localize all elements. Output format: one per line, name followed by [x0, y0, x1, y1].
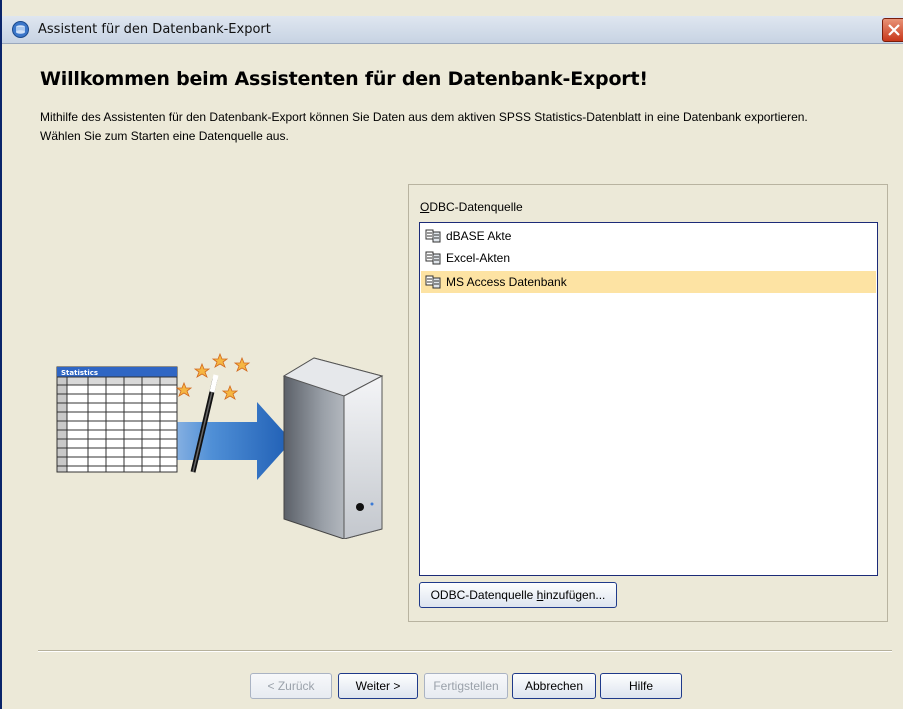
description-text: Mithilfe des Assistenten für den Datenba… [40, 108, 880, 146]
title-bar: Assistent für den Datenbank-Export [2, 16, 903, 44]
add-button-text-suffix: inzufügen... [543, 588, 606, 602]
close-icon [888, 24, 900, 36]
spreadsheet-icon: Statistics [56, 366, 178, 473]
statistics-label: Statistics [61, 369, 98, 377]
wizard-window: Assistent für den Datenbank-Export Willk… [0, 0, 903, 709]
database-icon [425, 275, 441, 289]
odbc-datasource-label: ODBC-Datenquelle [420, 200, 523, 214]
list-item-label: Excel-Akten [446, 251, 511, 265]
database-icon [425, 251, 441, 265]
export-illustration: Statistics [56, 352, 384, 539]
back-button[interactable]: < Zurück [250, 673, 332, 699]
database-icon [425, 229, 441, 243]
list-item-dbase[interactable]: dBASE Akte [421, 225, 876, 247]
help-button[interactable]: Hilfe [600, 673, 682, 699]
list-item-label: MS Access Datenbank [446, 275, 567, 289]
odbc-datasource-list[interactable]: dBASE Akte Excel-Akten MS Access Datenba… [419, 222, 878, 576]
list-item-label: dBASE Akte [446, 229, 512, 243]
list-item-ms-access[interactable]: MS Access Datenbank [421, 271, 876, 293]
add-odbc-datasource-button[interactable]: ODBC-Datenquelle hinzufügen... [419, 582, 617, 608]
list-item-excel[interactable]: Excel-Akten [421, 247, 876, 269]
finish-button[interactable]: Fertigstellen [424, 673, 508, 699]
odbc-label-text: DBC-Datenquelle [429, 200, 523, 214]
description-line-2: Wählen Sie zum Starten eine Datenquelle … [40, 129, 289, 143]
database-export-icon [12, 21, 29, 38]
footer-separator [38, 650, 892, 652]
window-title: Assistent für den Datenbank-Export [38, 22, 271, 37]
cancel-button[interactable]: Abbrechen [512, 673, 596, 699]
close-button[interactable] [882, 18, 903, 42]
server-icon [282, 357, 384, 539]
description-line-1: Mithilfe des Assistenten für den Datenba… [40, 110, 808, 124]
page-title: Willkommen beim Assistenten für den Date… [40, 68, 648, 90]
next-button[interactable]: Weiter > [338, 673, 418, 699]
odbc-label-mnemonic: O [420, 200, 430, 214]
add-button-text-prefix: ODBC-Datenquelle [430, 588, 537, 602]
wizard-content: Willkommen beim Assistenten für den Date… [2, 44, 903, 709]
